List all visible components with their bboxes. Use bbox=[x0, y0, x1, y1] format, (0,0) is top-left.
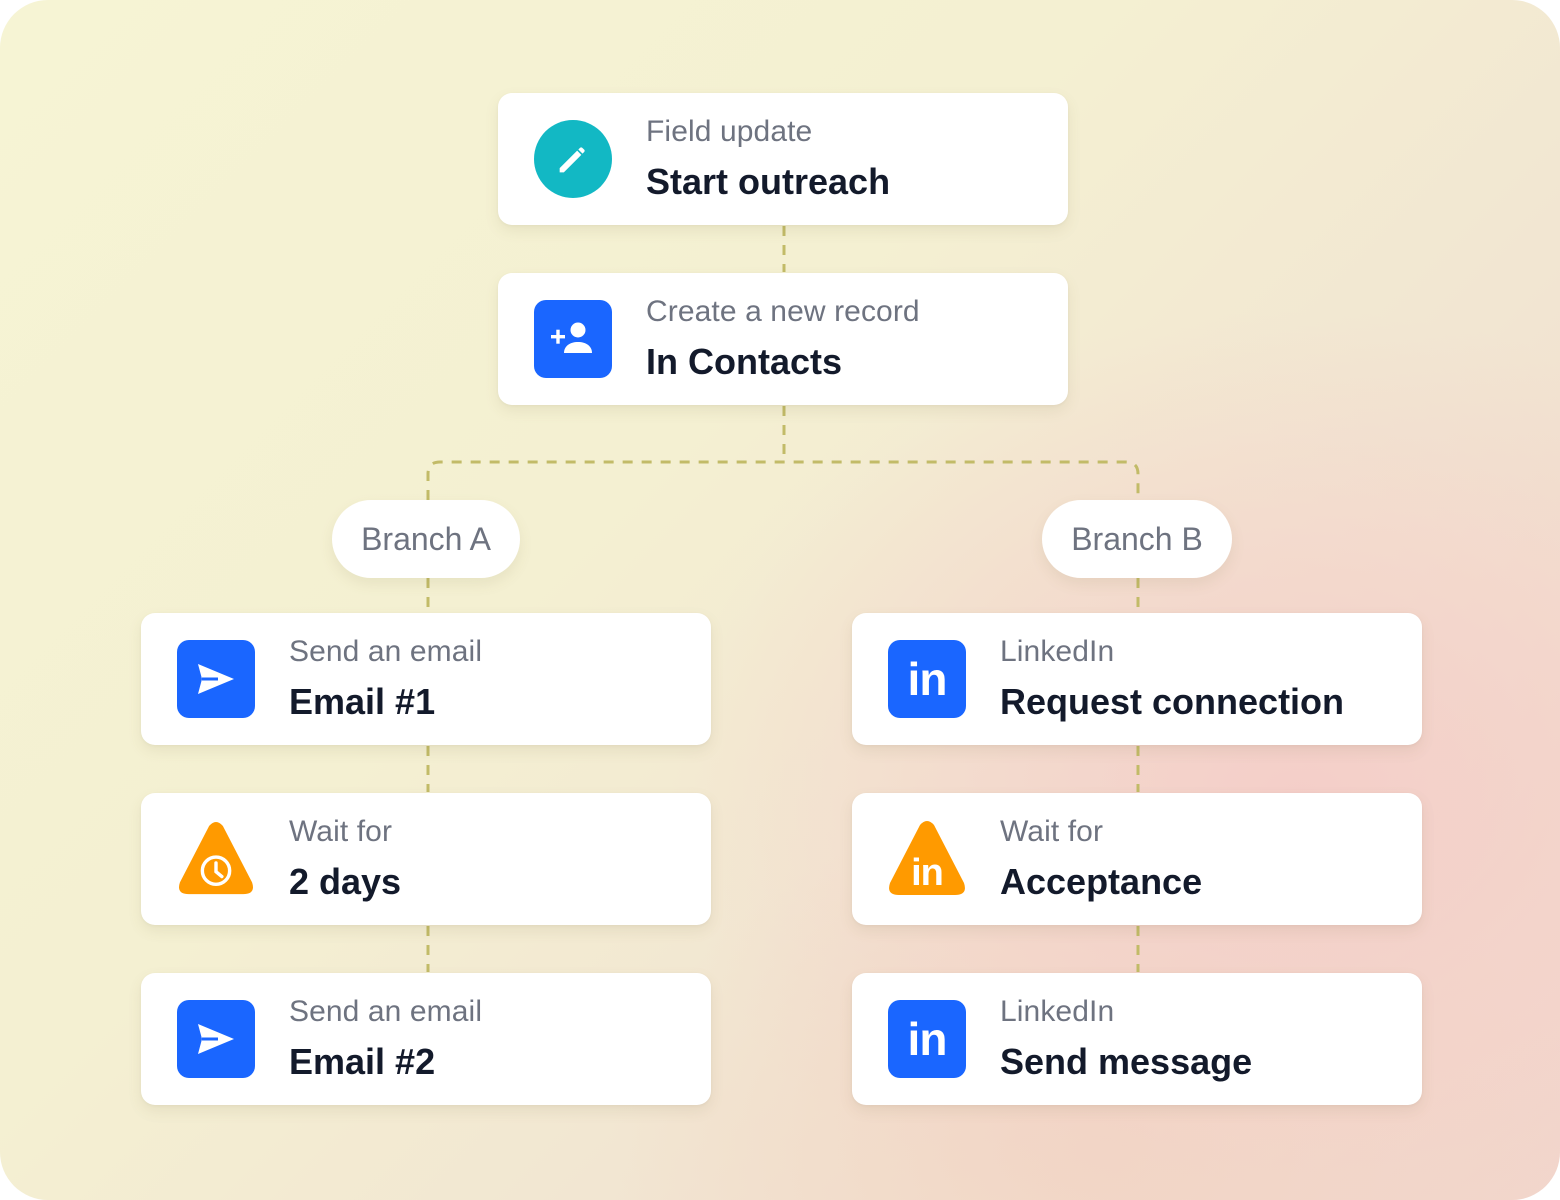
step-subtitle: Wait for bbox=[289, 815, 393, 848]
workflow-canvas: Field update Start outreach Create a new… bbox=[0, 0, 1560, 1200]
linkedin-glyph: in bbox=[907, 653, 948, 705]
pencil-icon bbox=[534, 120, 612, 198]
step-title: Acceptance bbox=[1000, 861, 1203, 902]
step-title: Email #2 bbox=[289, 1041, 436, 1082]
node-subtitle: Field update bbox=[646, 115, 813, 148]
linkedin-icon: in bbox=[888, 640, 966, 718]
branch-a-step-send-email-1[interactable]: Send an email Email #1 bbox=[141, 613, 711, 745]
step-title: Email #1 bbox=[289, 681, 436, 722]
step-title: Send message bbox=[1000, 1041, 1253, 1082]
send-icon bbox=[177, 640, 255, 718]
branch-a-step-send-email-2[interactable]: Send an email Email #2 bbox=[141, 973, 711, 1105]
node-title: Start outreach bbox=[646, 161, 891, 202]
step-subtitle: LinkedIn bbox=[1000, 635, 1115, 668]
add-person-icon bbox=[534, 300, 612, 378]
linkedin-warning-icon: in bbox=[888, 820, 966, 898]
linkedin-glyph: in bbox=[911, 852, 944, 894]
branch-b-step-wait[interactable]: in Wait for Acceptance bbox=[852, 793, 1422, 925]
branch-a-step-wait[interactable]: Wait for 2 days bbox=[141, 793, 711, 925]
send-icon bbox=[177, 1000, 255, 1078]
step-title: 2 days bbox=[289, 861, 402, 902]
node-field-update[interactable]: Field update Start outreach bbox=[498, 93, 1068, 225]
node-subtitle: Create a new record bbox=[646, 295, 920, 328]
connector-split bbox=[426, 460, 1140, 500]
branch-b-step-send-message[interactable]: in LinkedIn Send message bbox=[852, 973, 1422, 1105]
branch-b-step-request-connection[interactable]: in LinkedIn Request connection bbox=[852, 613, 1422, 745]
step-subtitle: Send an email bbox=[289, 995, 483, 1028]
clock-warning-icon bbox=[177, 820, 255, 898]
node-title: In Contacts bbox=[646, 341, 843, 382]
step-subtitle: Wait for bbox=[1000, 815, 1104, 848]
step-title: Request connection bbox=[1000, 681, 1345, 722]
node-create-record[interactable]: Create a new record In Contacts bbox=[498, 273, 1068, 405]
step-subtitle: Send an email bbox=[289, 635, 483, 668]
step-subtitle: LinkedIn bbox=[1000, 995, 1115, 1028]
linkedin-icon: in bbox=[888, 1000, 966, 1078]
branch-a-label[interactable]: Branch A bbox=[332, 500, 520, 578]
branch-b-label[interactable]: Branch B bbox=[1042, 500, 1232, 578]
linkedin-glyph: in bbox=[907, 1013, 948, 1065]
